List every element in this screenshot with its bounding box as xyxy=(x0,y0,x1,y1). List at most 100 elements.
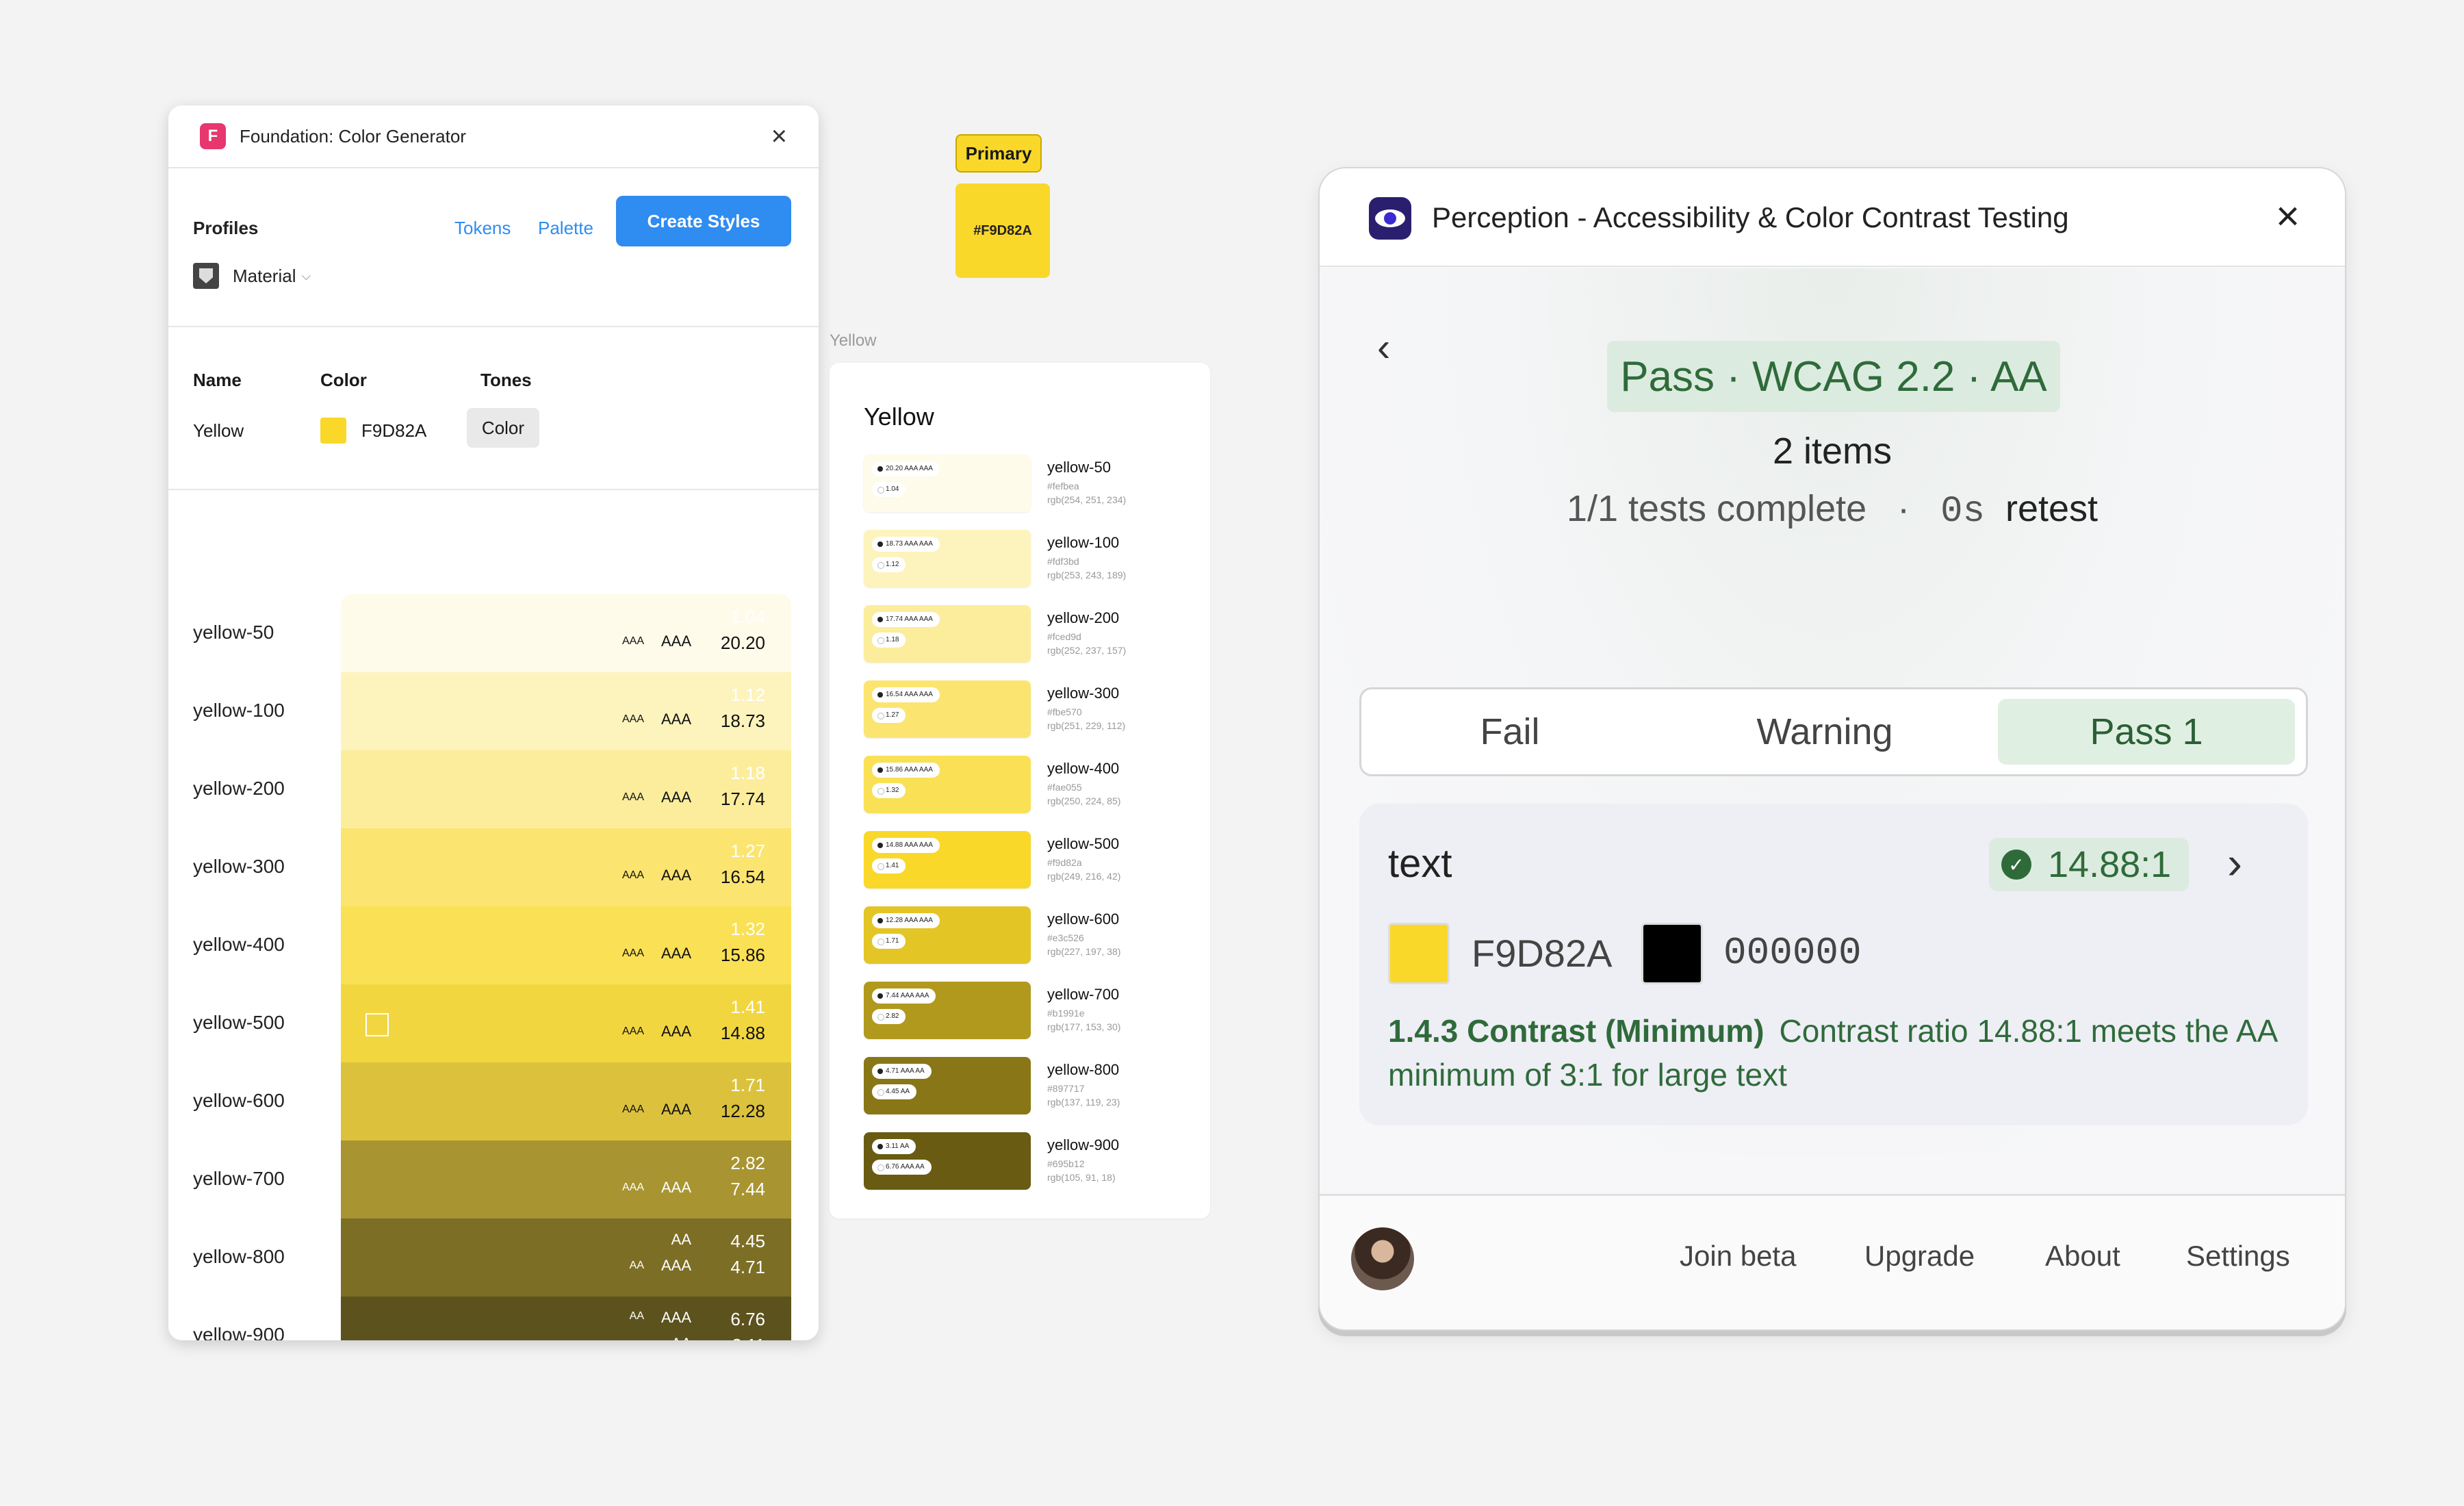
chevron-right-icon[interactable]: › xyxy=(2227,837,2242,889)
swatch-name: yellow-600 xyxy=(1047,910,1120,928)
contrast-pill-dark: 20.20 AAA AAA xyxy=(872,461,940,476)
close-icon[interactable]: × xyxy=(771,123,787,150)
tone-band[interactable]: AAAAA6.76AA3.11 xyxy=(341,1297,791,1340)
upgrade-link[interactable]: Upgrade xyxy=(1864,1240,1975,1273)
settings-link[interactable]: Settings xyxy=(2186,1240,2290,1273)
tone-row[interactable]: yellow-400 1.32 AAA AAA 15.86 xyxy=(168,906,819,984)
separator-dot: · xyxy=(1897,488,1910,529)
avatar[interactable] xyxy=(1351,1227,1414,1290)
color-name-value[interactable]: Yellow xyxy=(193,420,244,442)
tone-band[interactable]: 1.18 AAA AAA 17.74 xyxy=(341,750,791,828)
top-contrast-value: 6.76 xyxy=(730,1309,765,1329)
tone-row[interactable]: yellow-500 1.41 AAA AAA 14.88 xyxy=(168,984,819,1062)
tone-row[interactable]: yellow-900AAAAA6.76AA3.11 xyxy=(168,1297,819,1340)
retest-link[interactable]: retest xyxy=(2005,488,2098,529)
palette-swatch[interactable]: 20.20 AAA AAA 1.04 xyxy=(864,455,1031,512)
palette-swatch[interactable]: 4.71 AAA AA 4.45 AA xyxy=(864,1057,1031,1114)
tone-band[interactable]: AA 4.45 AA AAA 4.71 xyxy=(341,1218,791,1297)
palette-swatch[interactable]: 14.88 AAA AAA 1.41 xyxy=(864,831,1031,889)
tone-label: yellow-500 xyxy=(193,1012,285,1033)
tone-row[interactable]: yellow-300 1.27 AAA AAA 16.54 xyxy=(168,828,819,906)
join-beta-link[interactable]: Join beta xyxy=(1680,1240,1796,1273)
tone-band[interactable]: 1.12 AAA AAA 18.73 xyxy=(341,672,791,750)
tone-label: yellow-50 xyxy=(193,622,274,643)
result-card[interactable]: text ✓ 14.88:1 › F9D82A 000000 1.4.3 Con… xyxy=(1359,804,2308,1125)
name-header: Name xyxy=(193,370,242,390)
swatch-name: yellow-50 xyxy=(1047,459,1111,476)
tone-row[interactable]: yellow-700 2.82 AAA AAA 7.44 xyxy=(168,1140,819,1218)
palette-swatch[interactable]: 7.44 AAA AAA 2.82 xyxy=(864,982,1031,1039)
back-chevron-icon[interactable]: ‹ xyxy=(1377,324,1390,370)
foundation-titlebar: F Foundation: Color Generator × xyxy=(168,105,819,168)
bottom-rating: AAA xyxy=(660,945,691,962)
tone-band[interactable]: 1.27 AAA AAA 16.54 xyxy=(341,828,791,906)
tone-row[interactable]: yellow-50 1.04 AAA AAA 20.20 xyxy=(168,594,819,672)
palette-link[interactable]: Palette xyxy=(538,218,593,239)
foundation-panel: F Foundation: Color Generator × Profiles… xyxy=(168,105,819,1340)
tone-row[interactable]: yellow-100 1.12 AAA AAA 18.73 xyxy=(168,672,819,750)
bottom-rating: AAA xyxy=(660,789,691,806)
tone-label: yellow-400 xyxy=(193,934,285,955)
tone-row[interactable]: yellow-600 1.71 AAA AAA 12.28 xyxy=(168,1062,819,1140)
tests-status: 1/1 tests complete · 0s retest xyxy=(1320,487,2345,533)
profiles-section: Profiles Tokens Palette Create Styles Ma… xyxy=(168,168,819,327)
color-swatch[interactable] xyxy=(320,418,346,444)
tone-band[interactable]: 1.71 AAA AAA 12.28 xyxy=(341,1062,791,1140)
profiles-label: Profiles xyxy=(193,218,259,238)
primary-tag[interactable]: Primary xyxy=(955,134,1042,173)
tone-band[interactable]: 1.32 AAA AAA 15.86 xyxy=(341,906,791,984)
palette-swatch[interactable]: 17.74 AAA AAA 1.18 xyxy=(864,605,1031,663)
items-count: 2 items xyxy=(1772,431,1892,472)
palette-swatch[interactable]: 16.54 AAA AAA 1.27 xyxy=(864,680,1031,738)
close-icon[interactable]: × xyxy=(2276,196,2300,237)
contrast-pill-light: 1.41 xyxy=(872,858,906,873)
tone-band[interactable]: 2.82 AAA AAA 7.44 xyxy=(341,1140,791,1218)
palette-swatch[interactable]: 3.11 AA 6.76 AAA AA xyxy=(864,1132,1031,1190)
tone-row[interactable]: yellow-200 1.18 AAA AAA 17.74 xyxy=(168,750,819,828)
palette-swatch[interactable]: 18.73 AAA AAA 1.12 xyxy=(864,530,1031,587)
tab-warning[interactable]: Warning xyxy=(1676,699,1973,765)
tone-label: yellow-200 xyxy=(193,778,285,799)
background-hex: 000000 xyxy=(1723,931,1862,975)
perception-titlebar: Perception - Accessibility & Color Contr… xyxy=(1320,168,2345,267)
color-spec-section: Name Color Tones Yellow F9D82A Color xyxy=(168,327,819,490)
palette-swatch-info: yellow-50 #fefbea rgb(254, 251, 234) xyxy=(1047,459,1126,505)
tab-fail[interactable]: Fail xyxy=(1361,699,1658,765)
top-contrast-value: 1.41 xyxy=(730,997,765,1017)
palette-swatch[interactable]: 12.28 AAA AAA 1.71 xyxy=(864,906,1031,964)
swatch-name: yellow-300 xyxy=(1047,685,1120,702)
swatch-rgb: rgb(249, 216, 42) xyxy=(1047,871,1121,882)
tone-band[interactable]: 1.41 AAA AAA 14.88 xyxy=(341,984,791,1062)
profile-select[interactable]: Material ⌵ xyxy=(193,263,311,289)
color-hex-value[interactable]: F9D82A xyxy=(361,420,426,442)
palette-title: Yellow xyxy=(864,403,934,431)
palette-swatch-info: yellow-400 #fae055 rgb(250, 224, 85) xyxy=(1047,760,1120,806)
create-styles-button[interactable]: Create Styles xyxy=(616,196,791,246)
contrast-pill-light: 1.04 xyxy=(872,482,906,497)
contrast-pill-dark: 4.71 AAA AA xyxy=(872,1064,932,1079)
tone-row[interactable]: yellow-800 AA 4.45 AA AAA 4.71 xyxy=(168,1218,819,1297)
contrast-pill-dark: 16.54 AAA AAA xyxy=(872,687,940,702)
tests-complete: 1/1 tests complete xyxy=(1566,488,1867,529)
top-contrast-value: 1.71 xyxy=(730,1075,765,1095)
tab-pass[interactable]: Pass 1 xyxy=(1998,699,2295,765)
palette-swatch-info: yellow-600 #e3c526 rgb(227, 197, 38) xyxy=(1047,910,1120,957)
primary-swatch[interactable]: #F9D82A xyxy=(955,183,1050,278)
tone-label: yellow-800 xyxy=(193,1246,285,1267)
bottom-contrast-value: 16.54 xyxy=(720,867,765,887)
tone-label: yellow-600 xyxy=(193,1090,285,1111)
swatch-name: yellow-700 xyxy=(1047,986,1120,1003)
swatch-name: yellow-400 xyxy=(1047,760,1120,777)
swatch-name: yellow-200 xyxy=(1047,609,1120,626)
elapsed-time: 0s xyxy=(1940,491,1985,533)
bottom-contrast-value: 20.20 xyxy=(720,633,765,653)
palette-swatch[interactable]: 15.86 AAA AAA 1.32 xyxy=(864,756,1031,813)
selected-checkbox[interactable] xyxy=(365,1013,389,1036)
tokens-link[interactable]: Tokens xyxy=(454,218,511,239)
swatch-rgb: rgb(254, 251, 234) xyxy=(1047,494,1127,505)
tone-band[interactable]: 1.04 AAA AAA 20.20 xyxy=(341,594,791,672)
tones-button[interactable]: Color xyxy=(467,408,539,448)
bottom-rating: AAA xyxy=(660,633,691,650)
about-link[interactable]: About xyxy=(2045,1240,2120,1273)
color-header: Color xyxy=(320,370,367,390)
